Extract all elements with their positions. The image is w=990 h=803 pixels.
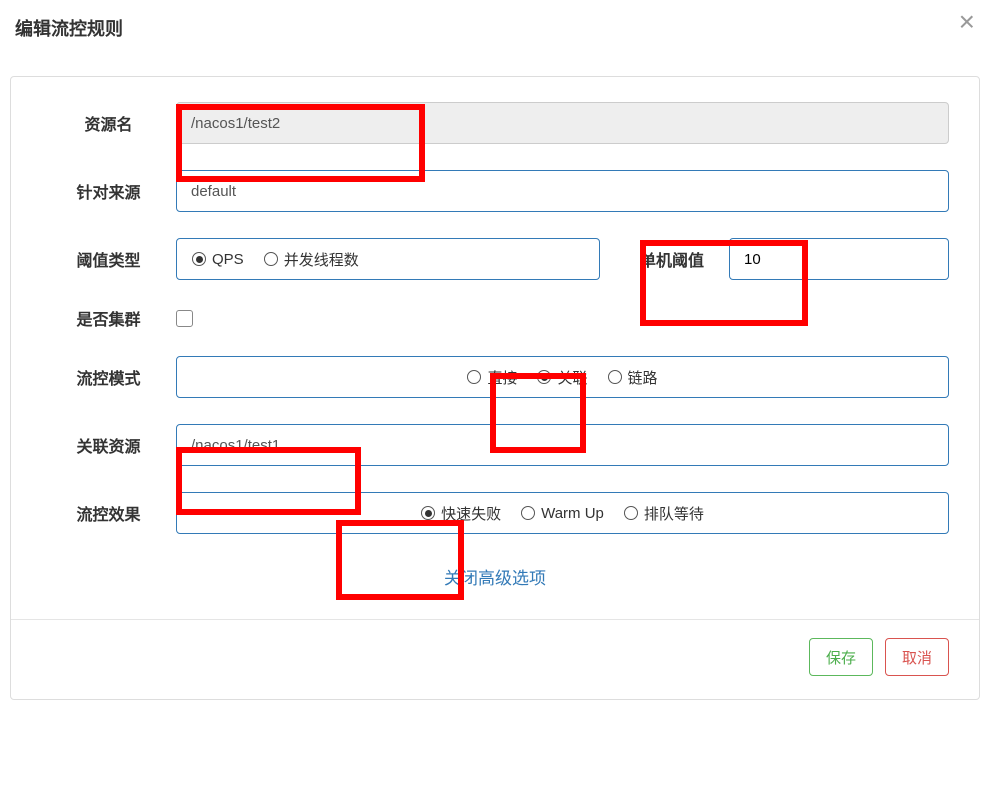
radio-unchecked-icon	[264, 252, 278, 266]
save-button[interactable]: 保存	[809, 638, 873, 676]
single-threshold-input[interactable]	[729, 238, 949, 280]
flow-mode-direct-label: 直接	[487, 367, 517, 388]
single-threshold-label: 单机阈值	[640, 247, 704, 271]
radio-checked-icon	[537, 370, 551, 384]
flow-mode-chain-radio[interactable]: 链路	[608, 367, 658, 388]
flow-effect-label: 流控效果	[41, 501, 176, 525]
flow-effect-queue-label: 排队等待	[644, 503, 704, 524]
is-cluster-label: 是否集群	[41, 306, 176, 330]
radio-unchecked-icon	[608, 370, 622, 384]
related-resource-label: 关联资源	[41, 433, 176, 457]
close-icon[interactable]: ×	[959, 8, 975, 36]
flow-mode-chain-label: 链路	[628, 367, 658, 388]
radio-unchecked-icon	[521, 506, 535, 520]
flow-mode-related-label: 关联	[557, 367, 587, 388]
flow-mode-direct-radio[interactable]: 直接	[467, 367, 517, 388]
threshold-type-threads-radio[interactable]: 并发线程数	[264, 249, 359, 270]
flow-mode-label: 流控模式	[41, 365, 176, 389]
radio-unchecked-icon	[467, 370, 481, 384]
related-resource-input[interactable]	[176, 424, 949, 466]
threshold-type-threads-label: 并发线程数	[284, 249, 359, 270]
source-label: 针对来源	[41, 179, 176, 203]
close-advanced-link[interactable]: 关闭高级选项	[444, 569, 546, 588]
flow-effect-group[interactable]: 快速失败 Warm Up 排队等待	[176, 492, 949, 534]
radio-checked-icon	[421, 506, 435, 520]
modal-title: 编辑流控规则	[15, 19, 123, 39]
source-input[interactable]	[176, 170, 949, 212]
flow-effect-failfast-label: 快速失败	[441, 503, 501, 524]
radio-unchecked-icon	[624, 506, 638, 520]
flow-mode-group[interactable]: 直接 关联 链路	[176, 356, 949, 398]
flow-effect-queue-radio[interactable]: 排队等待	[624, 503, 704, 524]
resource-label: 资源名	[41, 111, 176, 135]
resource-input	[176, 102, 949, 144]
is-cluster-checkbox[interactable]	[176, 310, 193, 327]
threshold-type-group[interactable]: QPS 并发线程数	[176, 238, 600, 280]
flow-mode-related-radio[interactable]: 关联	[537, 367, 587, 388]
threshold-type-qps-label: QPS	[212, 251, 244, 268]
cancel-button[interactable]: 取消	[885, 638, 949, 676]
threshold-type-qps-radio[interactable]: QPS	[192, 251, 244, 268]
flow-effect-warmup-radio[interactable]: Warm Up	[521, 505, 604, 522]
flow-effect-failfast-radio[interactable]: 快速失败	[421, 503, 501, 524]
radio-checked-icon	[192, 252, 206, 266]
flow-effect-warmup-label: Warm Up	[541, 505, 604, 522]
threshold-type-label: 阈值类型	[41, 247, 176, 271]
